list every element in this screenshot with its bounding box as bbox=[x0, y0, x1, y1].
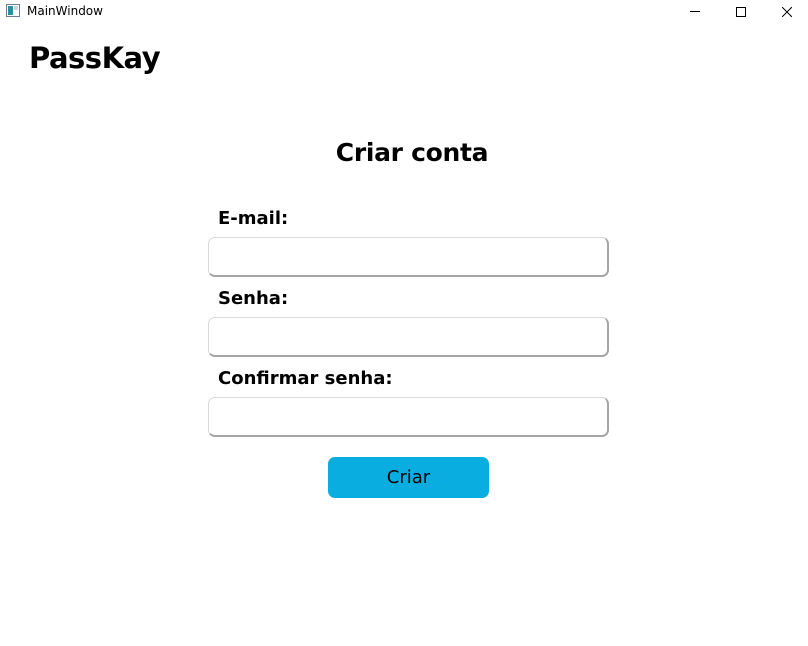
password-label: Senha: bbox=[218, 288, 289, 309]
email-label: E-mail: bbox=[218, 208, 289, 229]
close-icon bbox=[782, 7, 792, 17]
form-title: Criar conta bbox=[335, 138, 489, 167]
close-button[interactable] bbox=[764, 0, 808, 24]
minimize-icon bbox=[690, 11, 700, 12]
main-window: MainWindow PassKay Criar conta E-mail: S… bbox=[0, 0, 808, 646]
confirm-password-label: Confirmar senha: bbox=[218, 368, 393, 389]
create-account-button[interactable]: Criar bbox=[328, 457, 489, 498]
confirm-password-field[interactable] bbox=[208, 397, 609, 437]
minimize-button[interactable] bbox=[672, 0, 718, 24]
app-window-icon bbox=[6, 4, 20, 17]
maximize-icon bbox=[736, 7, 746, 17]
email-field[interactable] bbox=[208, 237, 609, 277]
title-bar[interactable]: MainWindow bbox=[0, 0, 808, 24]
app-title: PassKay bbox=[29, 41, 161, 75]
maximize-button[interactable] bbox=[718, 0, 764, 24]
window-title: MainWindow bbox=[27, 4, 103, 18]
password-field[interactable] bbox=[208, 317, 609, 357]
